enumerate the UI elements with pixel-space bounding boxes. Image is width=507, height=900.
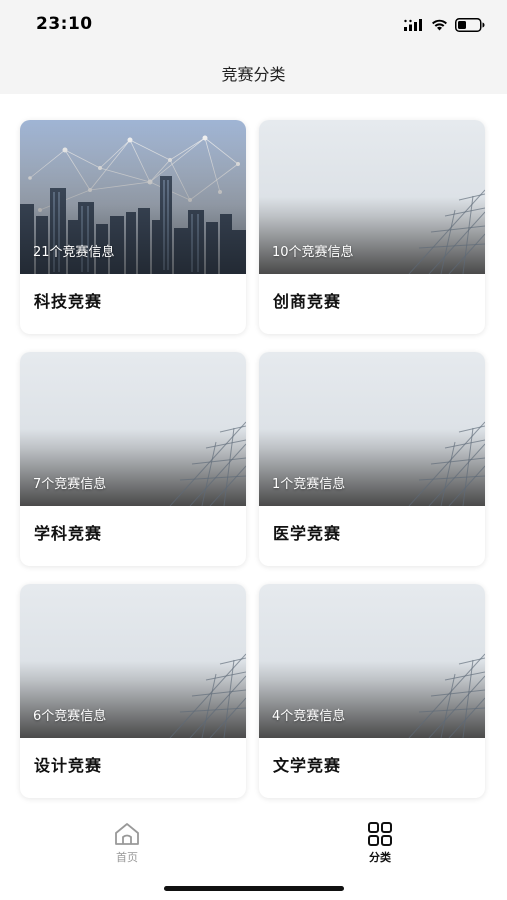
- card-count: 10个竞赛信息: [272, 245, 354, 260]
- wifi-icon: [432, 19, 447, 31]
- category-card-design[interactable]: 6个竞赛信息 设计竞赛: [20, 584, 246, 798]
- card-count: 7个竞赛信息: [33, 477, 107, 492]
- nav-bar: 竞赛分类: [0, 50, 507, 94]
- home-icon: [115, 823, 139, 845]
- category-grid: 21个竞赛信息 科技竞赛 10个竞赛信息 创商竞赛 7个竞赛信息 学科竞赛 1个…: [0, 94, 507, 806]
- category-card-academic[interactable]: 7个竞赛信息 学科竞赛: [20, 352, 246, 566]
- card-image: 1个竞赛信息: [259, 352, 485, 506]
- tab-category[interactable]: 分类: [350, 822, 410, 868]
- category-card-medical[interactable]: 1个竞赛信息 医学竞赛: [259, 352, 485, 566]
- card-image: 7个竞赛信息: [20, 352, 246, 506]
- grid-icon: [368, 822, 392, 846]
- tab-home[interactable]: 首页: [97, 822, 157, 868]
- status-bar: 23:10: [0, 0, 507, 50]
- card-title: 医学竞赛: [273, 524, 342, 543]
- card-image: 10个竞赛信息: [259, 120, 485, 274]
- card-count: 6个竞赛信息: [33, 709, 107, 724]
- card-image: 4个竞赛信息: [259, 584, 485, 738]
- card-title: 文学竞赛: [273, 756, 342, 775]
- card-count: 4个竞赛信息: [272, 709, 346, 724]
- category-card-tech[interactable]: 21个竞赛信息 科技竞赛: [20, 120, 246, 334]
- card-title: 创商竞赛: [273, 292, 342, 311]
- card-title: 设计竞赛: [34, 756, 103, 775]
- tab-bar: 首页 分类: [0, 806, 507, 900]
- tab-category-label: 分类: [369, 851, 391, 864]
- category-card-business[interactable]: 10个竞赛信息 创商竞赛: [259, 120, 485, 334]
- battery-icon: [455, 18, 485, 32]
- category-card-literature[interactable]: 4个竞赛信息 文学竞赛: [259, 584, 485, 798]
- page-title: 竞赛分类: [221, 65, 286, 84]
- card-image: 6个竞赛信息: [20, 584, 246, 738]
- status-time: 23:10: [36, 14, 93, 34]
- card-title: 学科竞赛: [34, 524, 103, 543]
- card-count: 21个竞赛信息: [33, 245, 115, 260]
- card-count: 1个竞赛信息: [272, 477, 346, 492]
- home-indicator: [164, 886, 344, 891]
- tab-home-label: 首页: [116, 851, 138, 864]
- status-icons: [404, 16, 485, 34]
- cellular-signal-icon: [404, 19, 422, 31]
- card-title: 科技竞赛: [34, 292, 103, 311]
- card-image: 21个竞赛信息: [20, 120, 246, 274]
